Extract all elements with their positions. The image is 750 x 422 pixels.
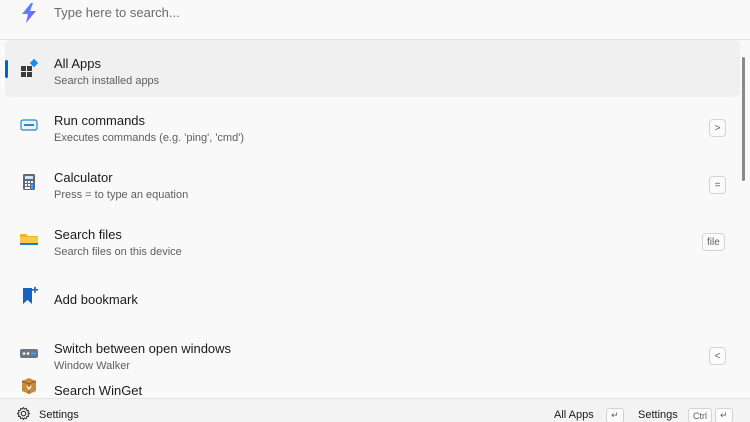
scrollbar-thumb[interactable] xyxy=(742,57,745,181)
list-item-title: Calculator xyxy=(54,170,113,185)
winget-package-icon xyxy=(21,378,37,394)
enter-key-icon: ↵ xyxy=(606,408,624,422)
calculator-icon xyxy=(23,174,35,190)
shortcut-badge: file xyxy=(702,233,725,251)
folder-icon xyxy=(20,234,38,245)
shortcut-badge: < xyxy=(709,347,726,365)
all-apps-icon xyxy=(21,58,39,77)
list-item-all-apps[interactable]: All Apps Search installed apps xyxy=(5,40,740,97)
list-item-run-commands[interactable]: Run commands Executes commands (e.g. 'pi… xyxy=(5,97,740,154)
secondary-action-button[interactable]: Settings xyxy=(638,409,678,421)
list-item-title: Search WinGet xyxy=(54,383,143,398)
search-input[interactable] xyxy=(54,2,714,22)
list-item-title: Run commands xyxy=(54,113,146,128)
list-item-subtitle: Window Walker xyxy=(54,360,130,372)
shortcut-badge: = xyxy=(709,176,726,194)
ctrl-key-badge: Ctrl xyxy=(688,408,712,422)
list-item-calculator[interactable]: Calculator Press = to type an equation = xyxy=(5,154,740,211)
list-item-title: Search files xyxy=(54,227,122,242)
settings-link[interactable]: Settings xyxy=(39,409,79,421)
window-switch-icon xyxy=(20,349,38,358)
selection-indicator xyxy=(5,60,8,78)
enter-key-icon: ↵ xyxy=(715,408,733,422)
list-item-subtitle: Search files on this device xyxy=(54,246,182,258)
list-item-title: Add bookmark xyxy=(54,292,138,307)
footer-bar: Settings All Apps ↵ Settings Ctrl ↵ xyxy=(0,398,750,422)
primary-action-button[interactable]: All Apps xyxy=(554,409,594,421)
shortcut-badge: > xyxy=(709,119,726,137)
list-item-search-files[interactable]: Search files Search files on this device… xyxy=(5,211,740,268)
app-logo-icon xyxy=(22,3,36,23)
list-item-add-bookmark[interactable]: Add bookmark xyxy=(5,268,740,325)
command-palette-window: All Apps Search installed apps Run comma… xyxy=(0,0,750,422)
list-item-search-winget[interactable]: Search WinGet xyxy=(5,378,740,398)
list-item-title: Switch between open windows xyxy=(54,341,232,356)
list-item-title: All Apps xyxy=(54,56,101,71)
results-list: All Apps Search installed apps Run comma… xyxy=(0,40,750,398)
terminal-icon xyxy=(20,119,38,131)
list-item-window-walker[interactable]: Switch between open windows Window Walke… xyxy=(5,325,740,382)
search-bar xyxy=(0,0,750,40)
list-item-subtitle: Executes commands (e.g. 'ping', 'cmd') xyxy=(54,132,244,144)
list-item-subtitle: Search installed apps xyxy=(54,75,160,87)
bookmark-add-icon xyxy=(23,286,38,304)
gear-icon[interactable] xyxy=(16,406,31,421)
list-item-subtitle: Press = to type an equation xyxy=(54,189,189,201)
